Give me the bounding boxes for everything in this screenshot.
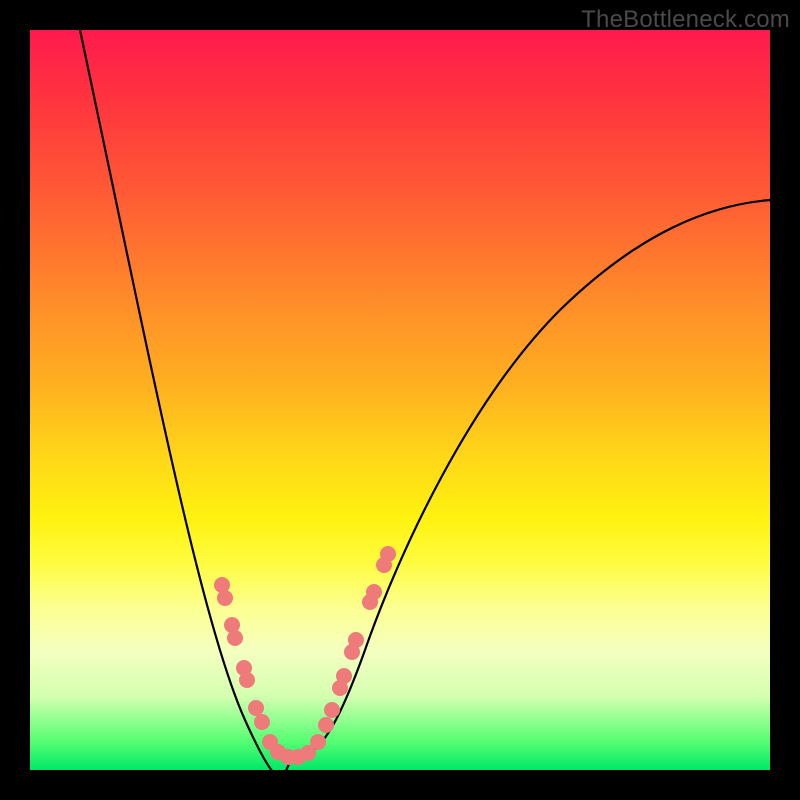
watermark-text: TheBottleneck.com bbox=[581, 6, 790, 34]
curve-right-branch bbox=[295, 200, 770, 758]
data-dots-group bbox=[214, 546, 396, 765]
data-dot bbox=[254, 714, 270, 730]
data-dot bbox=[239, 672, 255, 688]
data-dot bbox=[310, 734, 326, 750]
data-dot bbox=[217, 590, 233, 606]
data-dot bbox=[348, 632, 364, 648]
data-dot bbox=[366, 584, 382, 600]
data-dot bbox=[248, 700, 264, 716]
curve-left-branch bbox=[80, 30, 295, 777]
data-dot bbox=[227, 630, 243, 646]
data-dot bbox=[380, 546, 396, 562]
data-dot bbox=[324, 702, 340, 718]
data-dot bbox=[336, 668, 352, 684]
curve-overlay bbox=[0, 0, 800, 800]
data-dot bbox=[318, 717, 334, 733]
